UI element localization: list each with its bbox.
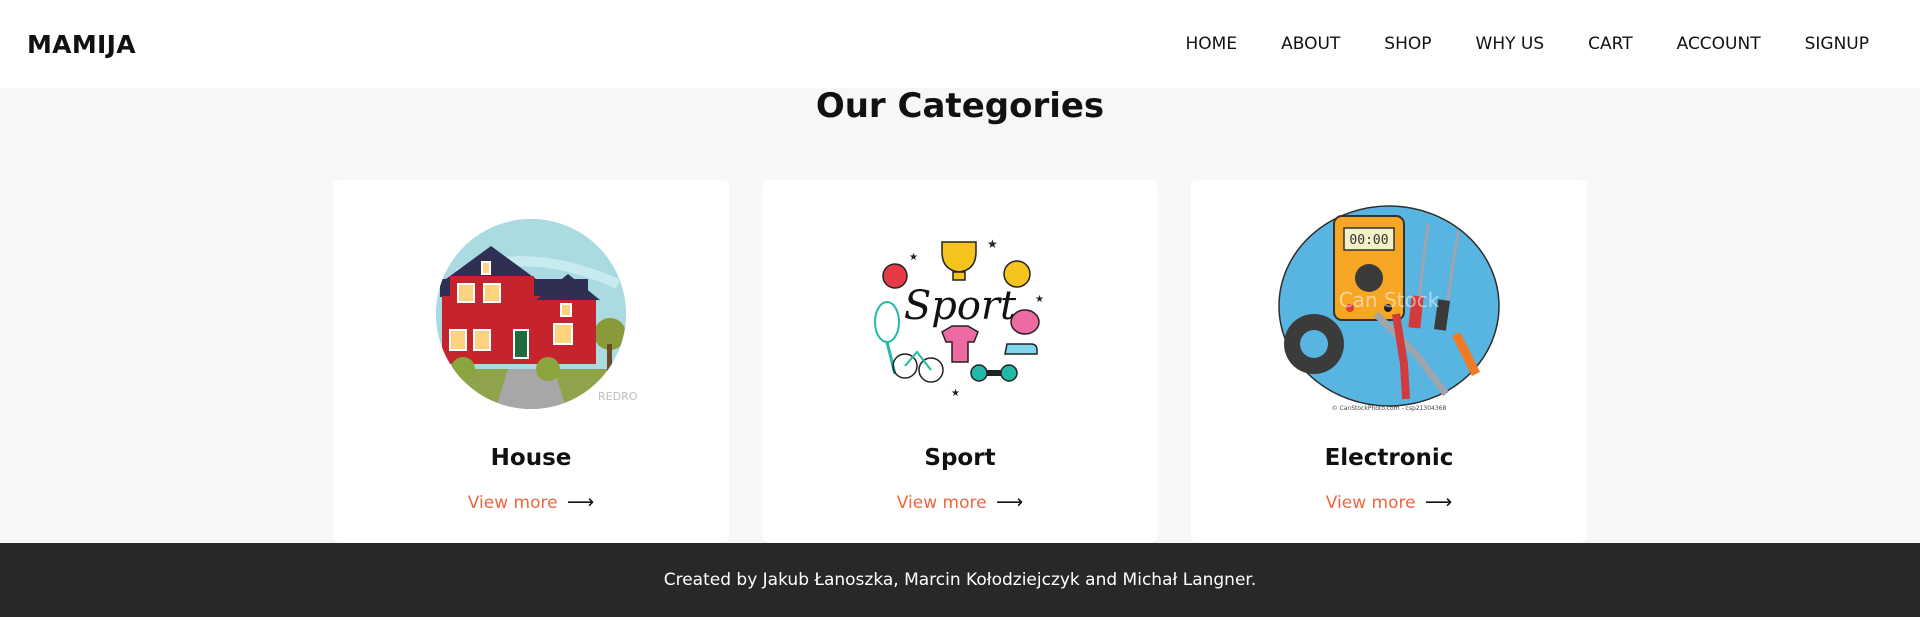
- electronic-tools-illustration-icon[interactable]: 00:00 Can Stock © CanStockPhoto.com - cs…: [1276, 204, 1502, 414]
- category-name: House: [490, 445, 572, 471]
- nav-account[interactable]: ACCOUNT: [1677, 34, 1761, 54]
- house-watermark: REDRO: [598, 390, 638, 403]
- category-card-sport: Sport ★ ★ ★ ★ Sport View more ⟶: [762, 180, 1158, 542]
- svg-text:Sport: Sport: [904, 283, 1017, 329]
- svg-text:00:00: 00:00: [1349, 233, 1388, 248]
- view-more-house-link[interactable]: View more ⟶: [333, 491, 729, 513]
- nav-why-us[interactable]: WHY US: [1476, 34, 1545, 54]
- footer-credits: Created by Jakub Łanoszka, Marcin Kołodz…: [663, 570, 1257, 590]
- category-name: Sport: [924, 445, 996, 471]
- view-more-label: View more: [467, 493, 558, 513]
- house-image: REDRO: [436, 219, 638, 409]
- main-nav: HOME ABOUT SHOP WHY US CART ACCOUNT SIGN…: [1186, 34, 1869, 54]
- brand-logo[interactable]: MAMIJA: [27, 30, 136, 59]
- page-footer: Created by Jakub Łanoszka, Marcin Kołodz…: [0, 543, 1920, 617]
- sport-image: Sport ★ ★ ★ ★: [874, 226, 1046, 399]
- arrow-right-icon: ⟶: [1424, 491, 1453, 513]
- nav-cart[interactable]: CART: [1588, 34, 1632, 54]
- category-list: REDRO House View more ⟶ Sport ★ ★ ★ ★ Sp…: [333, 180, 1587, 542]
- electronic-caption: © CanStockPhoto.com - csp21304368: [1332, 405, 1447, 412]
- svg-text:★: ★: [987, 237, 998, 251]
- house-illustration-icon[interactable]: REDRO: [418, 204, 644, 414]
- view-more-label: View more: [1325, 493, 1416, 513]
- sport-doodle-illustration-icon[interactable]: Sport ★ ★ ★ ★: [847, 204, 1073, 414]
- view-more-label: View more: [896, 493, 987, 513]
- view-more-electronic-link[interactable]: View more ⟶: [1191, 491, 1587, 513]
- nav-home[interactable]: HOME: [1186, 34, 1238, 54]
- svg-text:★: ★: [909, 252, 918, 263]
- view-more-sport-link[interactable]: View more ⟶: [762, 491, 1158, 513]
- arrow-right-icon: ⟶: [566, 491, 595, 513]
- nav-signup[interactable]: SIGNUP: [1805, 34, 1869, 54]
- nav-about[interactable]: ABOUT: [1281, 34, 1340, 54]
- category-name: Electronic: [1324, 445, 1454, 471]
- category-card-house: REDRO House View more ⟶: [333, 180, 729, 542]
- electronic-watermark: Can Stock: [1339, 288, 1440, 312]
- top-navbar: MAMIJA HOME ABOUT SHOP WHY US CART ACCOU…: [0, 0, 1920, 88]
- nav-shop[interactable]: SHOP: [1384, 34, 1431, 54]
- svg-text:★: ★: [951, 388, 960, 399]
- page-title: Our Categories: [815, 86, 1105, 126]
- category-card-electronic: 00:00 Can Stock © CanStockPhoto.com - cs…: [1191, 180, 1587, 542]
- svg-text:★: ★: [1035, 294, 1044, 305]
- arrow-right-icon: ⟶: [995, 491, 1024, 513]
- electronic-image: 00:00 Can Stock © CanStockPhoto.com - cs…: [1278, 205, 1500, 412]
